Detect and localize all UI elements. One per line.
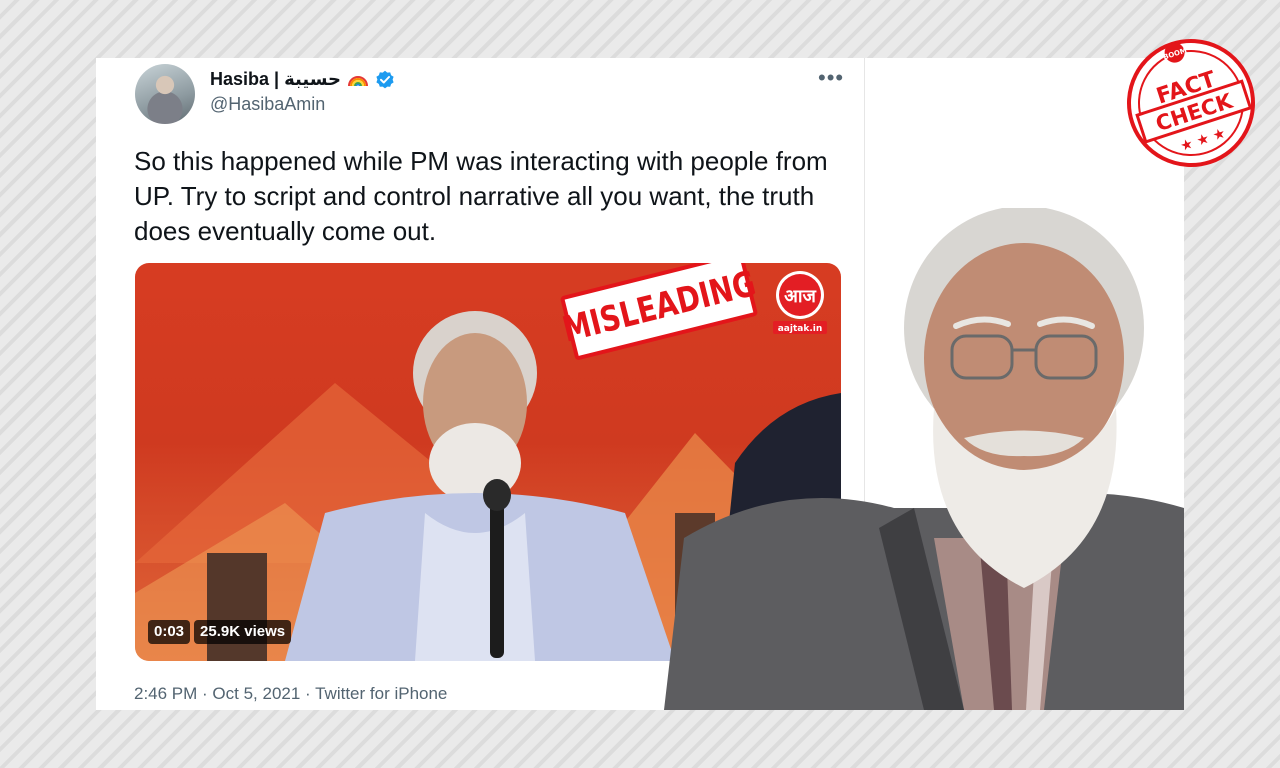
video-time: 0:03: [148, 620, 191, 644]
video-views: 25.9K views: [194, 620, 292, 644]
card-frame: Hasiba | حسيبة @HasibaAmin ••• So this h…: [96, 58, 1184, 710]
fact-check-stamp: BOOM FACT CHECK ★ ★ ★: [1127, 39, 1255, 167]
avatar[interactable]: [135, 64, 195, 124]
author-name[interactable]: Hasiba | حسيبة: [210, 69, 341, 90]
speaker-photo: [664, 208, 1184, 710]
tweet-timestamp[interactable]: 2:46 PM · Oct 5, 2021 · Twitter for iPho…: [134, 684, 447, 704]
rainbow-icon: [347, 75, 368, 86]
video-badges: 0:03 25.9K views: [148, 620, 292, 644]
more-icon[interactable]: •••: [818, 67, 844, 90]
author-name-row[interactable]: Hasiba | حسيبة: [210, 69, 395, 90]
author-handle[interactable]: @HasibaAmin: [210, 94, 325, 115]
verified-icon: [376, 70, 394, 88]
